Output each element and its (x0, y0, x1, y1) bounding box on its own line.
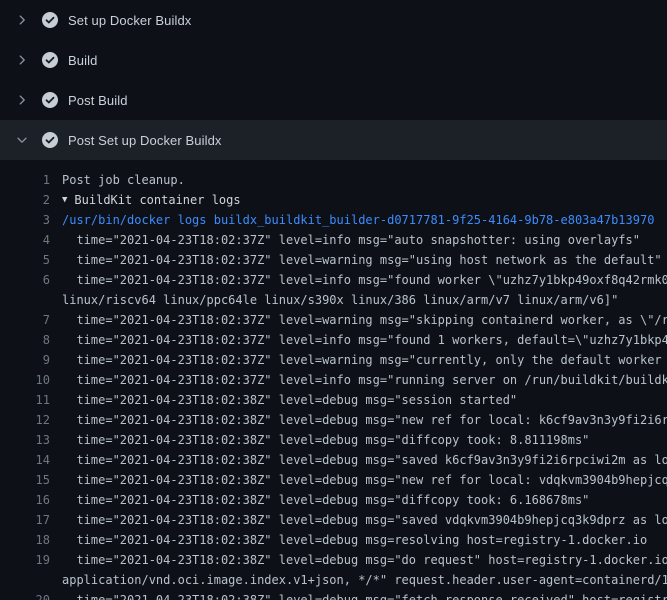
step-post-set-up-docker-buildx[interactable]: Post Set up Docker Buildx (0, 120, 667, 160)
step-post-build[interactable]: Post Build (0, 80, 667, 120)
log-line-text: time="2021-04-23T18:02:37Z" level=info m… (62, 270, 667, 290)
log-line-number[interactable]: 20 (0, 590, 50, 600)
log-line: 10 time="2021-04-23T18:02:37Z" level=inf… (0, 370, 667, 390)
log-line-text: time="2021-04-23T18:02:38Z" level=debug … (62, 590, 667, 600)
step-label: Post Build (68, 93, 128, 108)
log-line: linux/riscv64 linux/ppc64le linux/s390x … (0, 290, 667, 310)
log-line-text: time="2021-04-23T18:02:38Z" level=debug … (62, 490, 589, 510)
step-set-up-docker-buildx[interactable]: Set up Docker Buildx (0, 0, 667, 40)
check-circle-icon (42, 12, 58, 28)
log-line: 6 time="2021-04-23T18:02:37Z" level=info… (0, 270, 667, 290)
log-line-text: time="2021-04-23T18:02:37Z" level=warnin… (62, 350, 667, 370)
log-line: 9 time="2021-04-23T18:02:37Z" level=warn… (0, 350, 667, 370)
log-line: 18 time="2021-04-23T18:02:38Z" level=deb… (0, 530, 667, 550)
log-line-text: time="2021-04-23T18:02:38Z" level=debug … (62, 530, 647, 550)
log-line: application/vnd.oci.image.index.v1+json,… (0, 570, 667, 590)
log-line-text: time="2021-04-23T18:02:38Z" level=debug … (62, 450, 667, 470)
log-line-text: time="2021-04-23T18:02:38Z" level=debug … (62, 430, 589, 450)
log-line-number[interactable] (0, 570, 50, 590)
log-line-number[interactable]: 11 (0, 390, 50, 410)
log-line-number[interactable] (0, 290, 50, 310)
check-circle-icon (42, 52, 58, 68)
chevron-right-icon (14, 92, 30, 108)
log-line-text: time="2021-04-23T18:02:37Z" level=info m… (62, 230, 640, 250)
log-line: 14 time="2021-04-23T18:02:38Z" level=deb… (0, 450, 667, 470)
log-line-text: application/vnd.oci.image.index.v1+json,… (62, 570, 667, 590)
log-line-text: time="2021-04-23T18:02:38Z" level=debug … (62, 470, 667, 490)
group-caret-icon[interactable]: ▼ (62, 190, 67, 210)
log-line-number[interactable]: 1 (0, 170, 50, 190)
log-line: 20 time="2021-04-23T18:02:38Z" level=deb… (0, 590, 667, 600)
log-line: 11 time="2021-04-23T18:02:38Z" level=deb… (0, 390, 667, 410)
log-line-text: time="2021-04-23T18:02:38Z" level=debug … (62, 510, 667, 530)
log-line-number[interactable]: 14 (0, 450, 50, 470)
log-line-number[interactable]: 7 (0, 310, 50, 330)
log-line: 5 time="2021-04-23T18:02:37Z" level=warn… (0, 250, 667, 270)
log-line-text: time="2021-04-23T18:02:37Z" level=warnin… (62, 250, 662, 270)
log-line-text: /usr/bin/docker logs buildx_buildkit_bui… (62, 210, 654, 230)
log-lines: 1 Post job cleanup. 2 ▼ BuildKit contain… (0, 160, 667, 600)
log-line: 7 time="2021-04-23T18:02:37Z" level=warn… (0, 310, 667, 330)
log-line-text: time="2021-04-23T18:02:37Z" level=info m… (62, 330, 667, 350)
log-line-number[interactable]: 17 (0, 510, 50, 530)
step-label: Post Set up Docker Buildx (68, 133, 222, 148)
log-line-text: time="2021-04-23T18:02:38Z" level=debug … (62, 390, 517, 410)
log-line: 13 time="2021-04-23T18:02:38Z" level=deb… (0, 430, 667, 450)
log-line: 19 time="2021-04-23T18:02:38Z" level=deb… (0, 550, 667, 570)
log-line: 8 time="2021-04-23T18:02:37Z" level=info… (0, 330, 667, 350)
log-line: 2 ▼ BuildKit container logs (0, 190, 667, 210)
step-build[interactable]: Build (0, 40, 667, 80)
check-circle-icon (42, 92, 58, 108)
step-label: Build (68, 53, 97, 68)
log-line: 17 time="2021-04-23T18:02:38Z" level=deb… (0, 510, 667, 530)
log-line-number[interactable]: 12 (0, 410, 50, 430)
log-line-text: time="2021-04-23T18:02:37Z" level=warnin… (62, 310, 667, 330)
log-line-text: Post job cleanup. (62, 170, 185, 190)
log-line-text: time="2021-04-23T18:02:38Z" level=debug … (62, 410, 667, 430)
log-line: 16 time="2021-04-23T18:02:38Z" level=deb… (0, 490, 667, 510)
log-line-number[interactable]: 8 (0, 330, 50, 350)
log-line-number[interactable]: 3 (0, 210, 50, 230)
log-line-number[interactable]: 5 (0, 250, 50, 270)
log-line: 4 time="2021-04-23T18:02:37Z" level=info… (0, 230, 667, 250)
log-line-text: time="2021-04-23T18:02:37Z" level=info m… (62, 370, 667, 390)
log-line-number[interactable]: 19 (0, 550, 50, 570)
log-line-number[interactable]: 13 (0, 430, 50, 450)
log-line: 3 /usr/bin/docker logs buildx_buildkit_b… (0, 210, 667, 230)
log-line-number[interactable]: 10 (0, 370, 50, 390)
log-line: 12 time="2021-04-23T18:02:38Z" level=deb… (0, 410, 667, 430)
log-line-text: time="2021-04-23T18:02:38Z" level=debug … (62, 550, 667, 570)
step-label: Set up Docker Buildx (68, 13, 191, 28)
actions-log-viewer: Set up Docker Buildx Build Post Build (0, 0, 667, 600)
log-line-number[interactable]: 2 (0, 190, 50, 210)
log-line: 1 Post job cleanup. (0, 170, 667, 190)
log-line-text: BuildKit container logs (74, 190, 240, 210)
chevron-down-icon (14, 132, 30, 148)
log-line-text: linux/riscv64 linux/ppc64le linux/s390x … (62, 290, 618, 310)
step-list: Set up Docker Buildx Build Post Build (0, 0, 667, 160)
log-line-number[interactable]: 4 (0, 230, 50, 250)
check-circle-icon (42, 132, 58, 148)
log-line: 15 time="2021-04-23T18:02:38Z" level=deb… (0, 470, 667, 490)
log-line-number[interactable]: 9 (0, 350, 50, 370)
chevron-right-icon (14, 52, 30, 68)
log-line-number[interactable]: 6 (0, 270, 50, 290)
log-line-number[interactable]: 16 (0, 490, 50, 510)
log-line-number[interactable]: 15 (0, 470, 50, 490)
chevron-right-icon (14, 12, 30, 28)
log-line-number[interactable]: 18 (0, 530, 50, 550)
